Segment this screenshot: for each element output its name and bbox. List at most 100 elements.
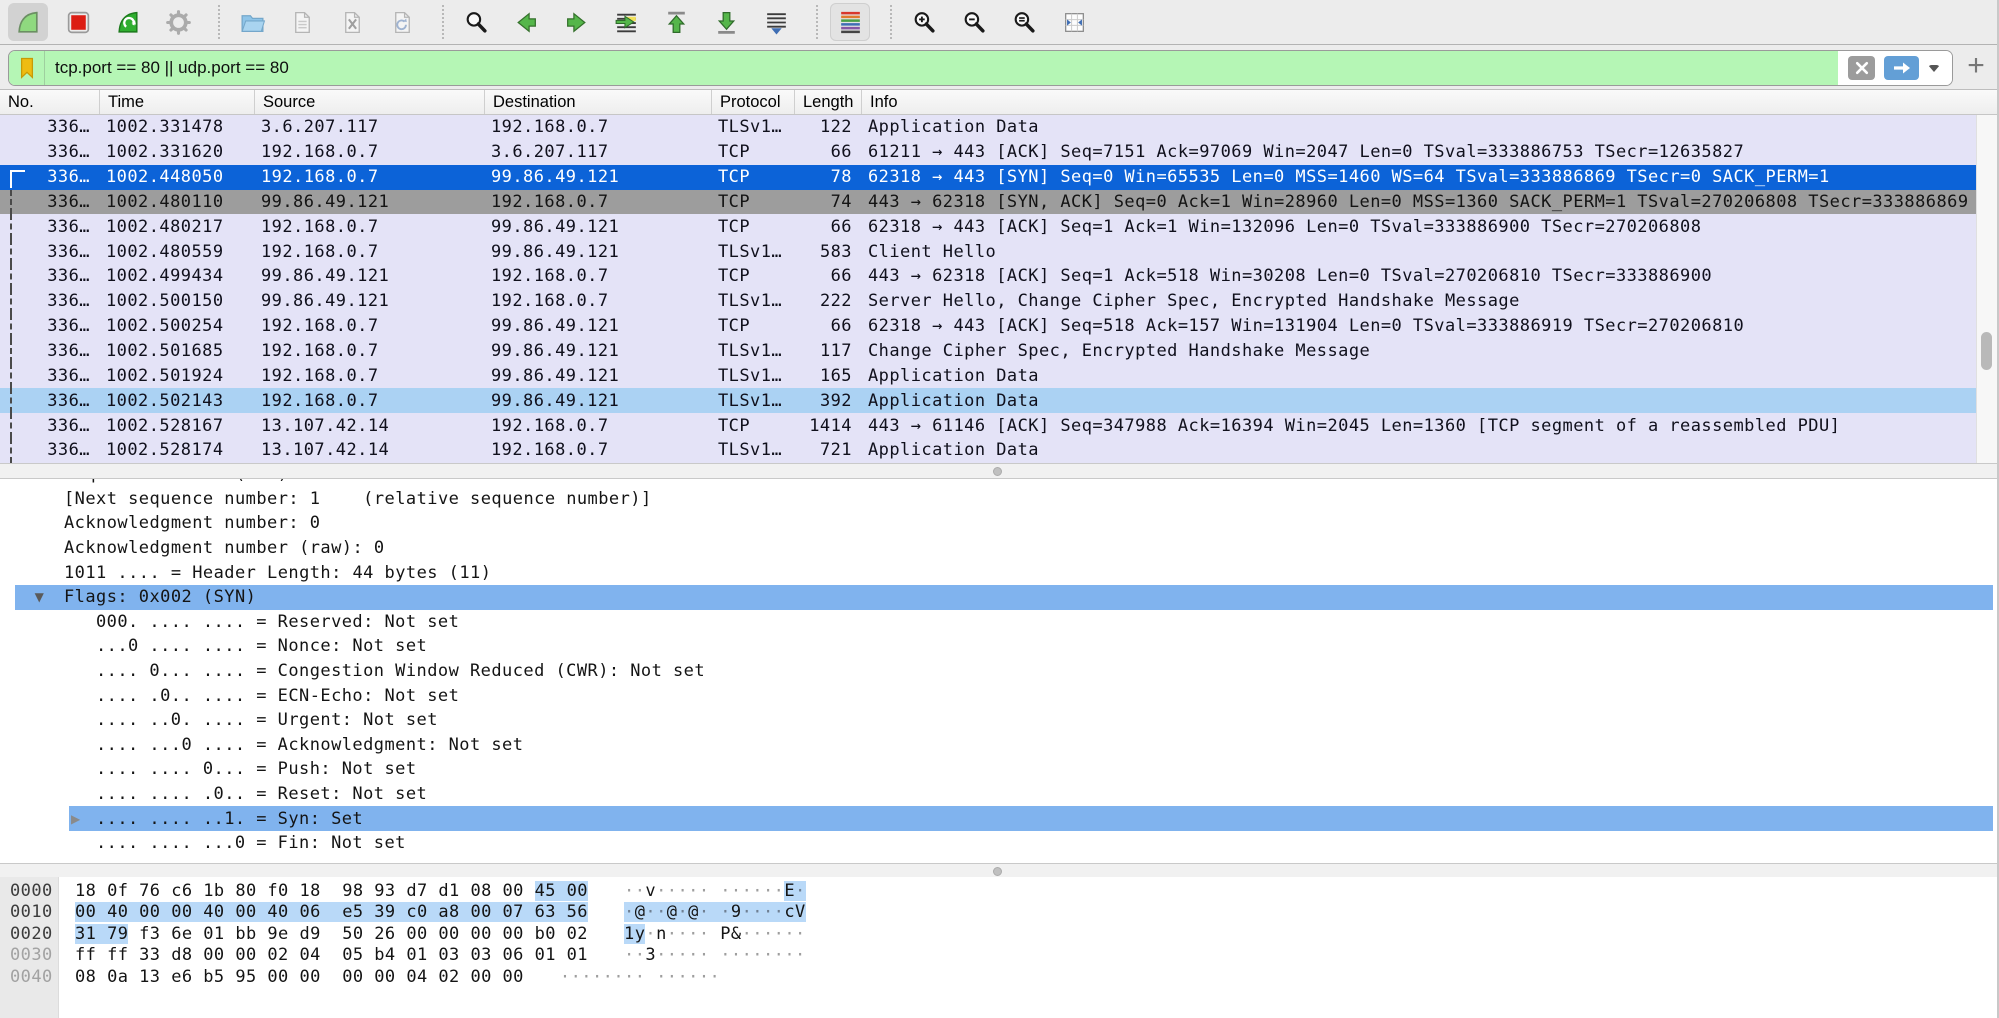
go-to-first-packet-button[interactable] [656, 3, 696, 41]
colorize-packets-button[interactable] [830, 3, 870, 41]
cell-length: 66 [795, 266, 862, 286]
detail-line[interactable]: Sequence number (raw): 2665041958 [0, 479, 1999, 487]
capture-options-icon [165, 9, 192, 36]
zoom-reset-button[interactable] [1004, 3, 1044, 41]
packet-row[interactable]: 336…1002.500254192.168.0.799.86.49.121TC… [0, 314, 1999, 339]
packet-row[interactable]: 336…1002.48011099.86.49.121192.168.0.7TC… [0, 190, 1999, 215]
hex-row[interactable]: 000018 0f 76 c6 1b 80 f0 18 98 93 d7 d1 … [0, 880, 1999, 902]
filter-dropdown-chevron[interactable] [1928, 65, 1940, 72]
expander-down-icon[interactable]: ▼ [15, 590, 64, 604]
packet-row[interactable]: 336…1002.501685192.168.0.799.86.49.121TL… [0, 339, 1999, 364]
auto-scroll-button[interactable] [756, 3, 796, 41]
detail-line[interactable]: .... 0... .... = Congestion Window Reduc… [0, 659, 1999, 684]
capture-options-button[interactable] [158, 3, 198, 41]
splitter-grip[interactable] [993, 867, 1002, 876]
detail-text: .... .... ...0 = Fin: Not set [96, 833, 406, 853]
column-header-protocol[interactable]: Protocol [712, 90, 795, 114]
conversation-line-marker [10, 314, 12, 339]
zoom-out-button[interactable] [954, 3, 994, 41]
hex-row[interactable]: 001000 40 00 00 40 00 40 06 e5 39 c0 a8 … [0, 902, 1999, 924]
packet-row[interactable]: 336…1002.3314783.6.207.117192.168.0.7TLS… [0, 115, 1999, 140]
expander-right-icon[interactable]: ▶ [69, 812, 96, 826]
restart-capture-button[interactable] [108, 3, 148, 41]
detail-line[interactable]: .... .... ...0 = Fin: Not set [0, 831, 1999, 856]
detail-line[interactable]: 000. .... .... = Reserved: Not set [0, 610, 1999, 635]
column-header-destination[interactable]: Destination [485, 90, 712, 114]
column-header-info[interactable]: Info [862, 90, 1999, 114]
detail-line[interactable]: Acknowledgment number (raw): 0 [0, 536, 1999, 561]
zoom-in-button[interactable] [904, 3, 944, 41]
splitter-grip[interactable] [993, 467, 1002, 476]
open-file-button[interactable] [232, 3, 272, 41]
packet-list-scrollbar[interactable] [1976, 115, 1997, 463]
column-header-time[interactable]: Time [100, 90, 255, 114]
save-file-button[interactable] [282, 3, 322, 41]
go-forward-button[interactable] [556, 3, 596, 41]
stop-capture-button[interactable] [58, 3, 98, 41]
cell-time: 1002.501924 [100, 366, 255, 386]
filter-clear-button[interactable] [1848, 56, 1875, 80]
detail-line[interactable]: ...0 .... .... = Nonce: Not set [0, 634, 1999, 659]
detail-line[interactable]: 1011 .... = Header Length: 44 bytes (11) [0, 560, 1999, 585]
packet-row[interactable]: 336…1002.480559192.168.0.799.86.49.121TL… [0, 239, 1999, 264]
toolbar-group [218, 5, 432, 39]
cell-protocol: TLSv1… [712, 366, 795, 386]
save-file-icon [289, 9, 316, 36]
go-to-last-packet-button[interactable] [706, 3, 746, 41]
wireshark-window: tcp.port == 80 || udp.port == 80 + No.Ti… [0, 0, 1999, 1018]
column-header-no[interactable]: No. [0, 90, 100, 114]
packet-list-header: No.TimeSourceDestinationProtocolLengthIn… [0, 90, 1999, 115]
splitter-list-details[interactable] [0, 463, 1999, 479]
scrollbar-thumb[interactable] [1981, 332, 1992, 370]
detail-line[interactable]: ▶.... .... ..1. = Syn: Set [0, 806, 1999, 831]
detail-line[interactable]: Acknowledgment number: 0 [0, 511, 1999, 536]
go-to-packet-button[interactable] [606, 3, 646, 41]
cell-protocol: TCP [712, 192, 795, 212]
packet-row[interactable]: 336…1002.501924192.168.0.799.86.49.121TL… [0, 363, 1999, 388]
cell-time: 1002.528174 [100, 440, 255, 460]
cell-length: 583 [795, 242, 862, 262]
cell-source: 99.86.49.121 [255, 291, 485, 311]
filter-bookmark-icon[interactable] [9, 51, 45, 85]
cell-source: 13.107.42.14 [255, 440, 485, 460]
packet-row[interactable]: 336…1002.52817413.107.42.14192.168.0.7TL… [0, 438, 1999, 463]
detail-line[interactable]: .... .... 0... = Push: Not set [0, 757, 1999, 782]
column-header-source[interactable]: Source [255, 90, 485, 114]
reload-file-icon [389, 9, 416, 36]
packet-row[interactable]: 336…1002.49943499.86.49.121192.168.0.7TC… [0, 264, 1999, 289]
hex-row[interactable]: 004008 0a 13 e6 b5 95 00 00 00 00 04 02 … [0, 966, 1999, 988]
detail-line[interactable]: [Next sequence number: 1 (relative seque… [0, 487, 1999, 512]
open-file-icon [239, 9, 266, 36]
filter-apply-button[interactable] [1884, 56, 1919, 80]
packet-row[interactable]: 336…1002.448050192.168.0.799.86.49.121TC… [0, 165, 1999, 190]
filter-value-area[interactable]: tcp.port == 80 || udp.port == 80 [9, 51, 1838, 85]
detail-line-content: ▼Flags: 0x002 (SYN) [15, 585, 1993, 610]
packet-row[interactable]: 336…1002.502143192.168.0.799.86.49.121TL… [0, 388, 1999, 413]
go-back-button[interactable] [506, 3, 546, 41]
detail-line[interactable]: .... ..0. .... = Urgent: Not set [0, 708, 1999, 733]
filter-add-button[interactable]: + [1959, 49, 1993, 83]
packet-row[interactable]: 336…1002.50015099.86.49.121192.168.0.7TL… [0, 289, 1999, 314]
hex-row[interactable]: 0030ff ff 33 d8 00 00 02 04 05 b4 01 03 … [0, 945, 1999, 967]
filter-expression-text[interactable]: tcp.port == 80 || udp.port == 80 [45, 58, 289, 78]
packet-row[interactable]: 336…1002.52816713.107.42.14192.168.0.7TC… [0, 413, 1999, 438]
display-filter-input[interactable]: tcp.port == 80 || udp.port == 80 [8, 50, 1953, 86]
column-header-length[interactable]: Length [795, 90, 862, 114]
find-packet-button[interactable] [456, 3, 496, 41]
detail-line[interactable]: .... ...0 .... = Acknowledgment: Not set [0, 733, 1999, 758]
detail-line-content: 000. .... .... = Reserved: Not set [69, 610, 1993, 635]
reload-file-button[interactable] [382, 3, 422, 41]
cell-destination: 99.86.49.121 [485, 217, 712, 237]
hex-row[interactable]: 002031 79 f3 6e 01 bb 9e d9 50 26 00 00 … [0, 923, 1999, 945]
cell-source: 99.86.49.121 [255, 266, 485, 286]
detail-line[interactable]: .... .... .0.. = Reset: Not set [0, 782, 1999, 807]
detail-line[interactable]: .... .0.. .... = ECN-Echo: Not set [0, 683, 1999, 708]
detail-line[interactable]: ▼Flags: 0x002 (SYN) [0, 585, 1999, 610]
close-file-button[interactable] [332, 3, 372, 41]
resize-columns-button[interactable] [1054, 3, 1094, 41]
cell-source: 192.168.0.7 [255, 366, 485, 386]
start-capture-button[interactable] [8, 3, 48, 41]
packet-row[interactable]: 336…1002.480217192.168.0.799.86.49.121TC… [0, 214, 1999, 239]
toolbar-group [816, 5, 880, 39]
packet-row[interactable]: 336…1002.331620192.168.0.73.6.207.117TCP… [0, 140, 1999, 165]
